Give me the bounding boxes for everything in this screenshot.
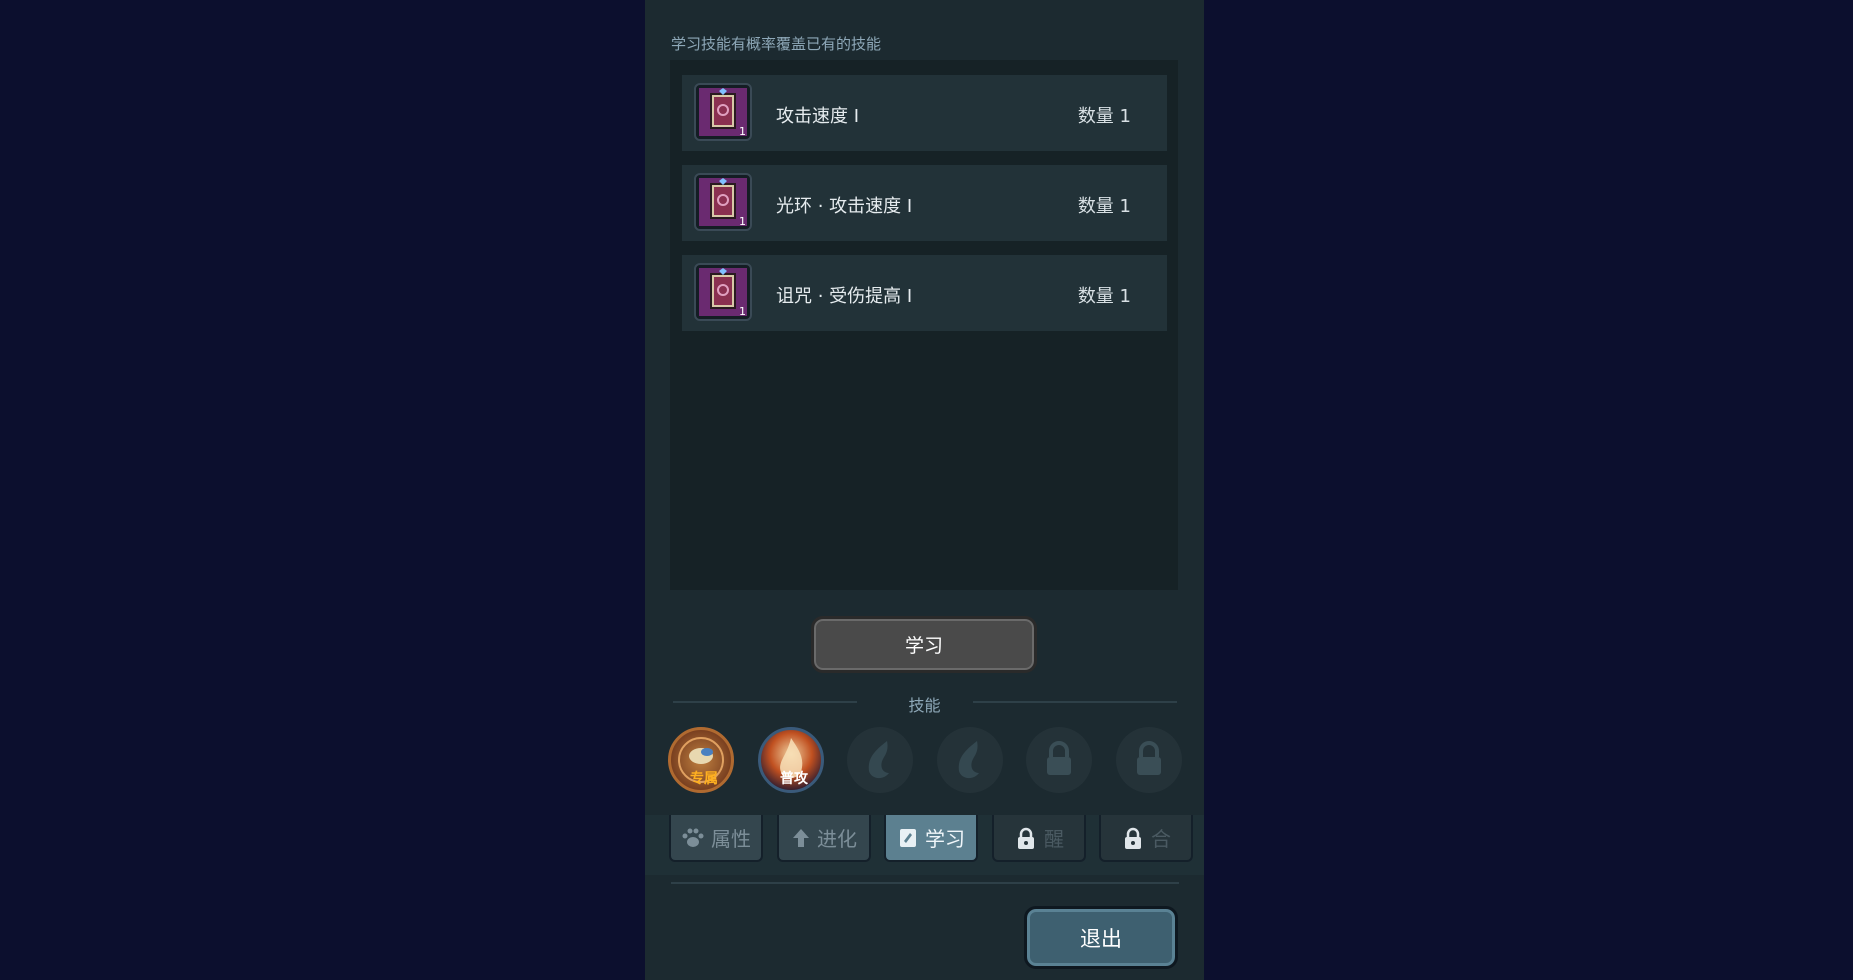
exclusive-skill-slot[interactable]: 专属 xyxy=(668,727,734,793)
tab-attributes[interactable]: 属性 xyxy=(669,815,763,862)
lock-icon xyxy=(1018,827,1034,849)
exit-button[interactable]: 退出 xyxy=(1024,906,1178,969)
locked-skill-slot[interactable] xyxy=(1026,727,1092,793)
list-item[interactable]: 1 光环 · 攻击速度 Ⅰ 数量 1 xyxy=(682,165,1167,241)
skill-book-icon: 1 xyxy=(694,263,752,321)
tab-merge-locked[interactable]: 合 xyxy=(1099,815,1193,862)
lock-icon xyxy=(1125,827,1141,849)
tab-label: 进化 xyxy=(817,827,857,851)
tab-label: 醒 xyxy=(1044,827,1064,851)
divider xyxy=(973,701,1177,703)
item-name: 诅咒 · 受伤提高 Ⅰ xyxy=(776,286,913,307)
exclusive-tag: 专属 xyxy=(690,771,718,787)
paw-icon xyxy=(682,828,704,847)
tab-label: 属性 xyxy=(711,827,751,851)
skills-section-title: 技能 xyxy=(908,696,941,715)
tab-awaken-locked[interactable]: 醒 xyxy=(992,815,1086,862)
item-name: 光环 · 攻击速度 Ⅰ xyxy=(776,196,913,217)
tab-learn[interactable]: 学习 xyxy=(884,815,978,862)
skill-book-icon: 1 xyxy=(694,83,752,141)
empty-skill-slot[interactable] xyxy=(937,727,1003,793)
skill-book-icon: 1 xyxy=(694,173,752,231)
book-icon xyxy=(900,828,916,847)
item-count: 1 xyxy=(739,305,746,318)
item-name: 攻击速度 Ⅰ xyxy=(776,106,860,127)
lock-icon xyxy=(1137,741,1161,775)
item-quantity: 数量 1 xyxy=(1077,286,1131,307)
list-item[interactable]: 1 诅咒 · 受伤提高 Ⅰ 数量 1 xyxy=(682,255,1167,331)
divider xyxy=(671,882,1179,884)
pet-panel: 学习技能有概率覆盖已有的技能 1 攻击速度 Ⅰ 数量 1 1 光环 · 攻击速度… xyxy=(645,0,1204,980)
tab-evolve[interactable]: 进化 xyxy=(777,815,871,862)
tab-label: 合 xyxy=(1151,827,1171,851)
item-quantity: 数量 1 xyxy=(1077,106,1131,127)
list-item[interactable]: 1 攻击速度 Ⅰ 数量 1 xyxy=(682,75,1167,151)
flame-placeholder-icon xyxy=(958,741,979,779)
normal-attack-tag: 普攻 xyxy=(780,771,808,787)
skill-book-list: 1 攻击速度 Ⅰ 数量 1 1 光环 · 攻击速度 Ⅰ 数量 1 1 诅咒 · … xyxy=(670,60,1178,590)
arrow-up-icon xyxy=(793,828,809,847)
item-count: 1 xyxy=(739,215,746,228)
learn-hint-text: 学习技能有概率覆盖已有的技能 xyxy=(671,35,882,53)
lock-icon xyxy=(1047,741,1071,775)
flame-placeholder-icon xyxy=(868,741,889,779)
empty-skill-slot[interactable] xyxy=(847,727,913,793)
item-quantity: 数量 1 xyxy=(1077,196,1131,217)
learn-button[interactable]: 学习 xyxy=(811,616,1037,673)
tab-label: 学习 xyxy=(925,827,965,851)
normal-attack-skill-slot[interactable]: 普攻 xyxy=(758,727,824,793)
locked-skill-slot[interactable] xyxy=(1116,727,1182,793)
item-count: 1 xyxy=(739,125,746,138)
